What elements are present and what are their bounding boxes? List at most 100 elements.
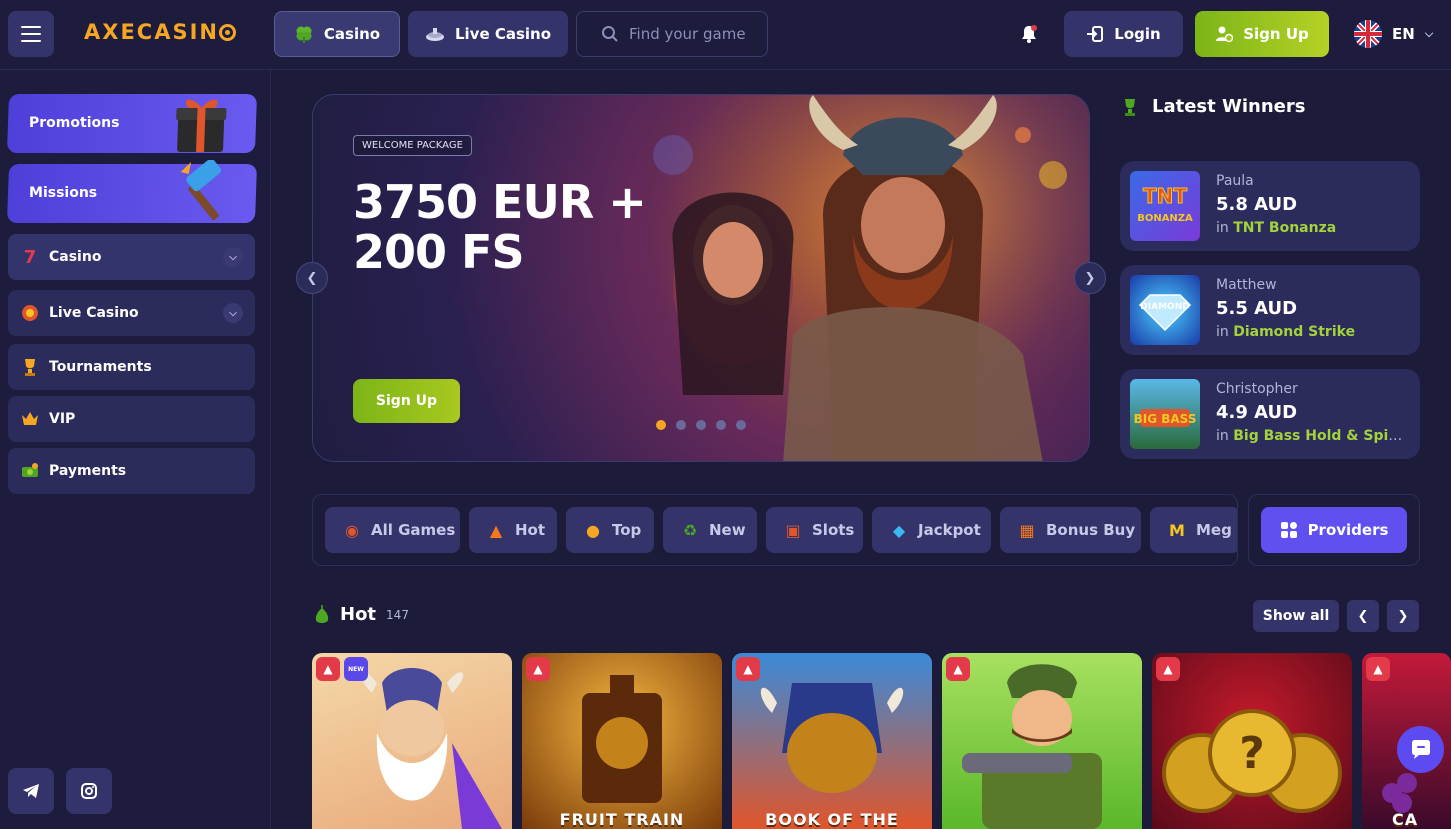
chat-button[interactable] bbox=[1397, 726, 1444, 773]
winner-game-link[interactable]: TNT Bonanza bbox=[1233, 220, 1336, 236]
hot-next-button[interactable]: ❯ bbox=[1387, 600, 1419, 632]
crown-icon bbox=[22, 412, 38, 425]
top-bar: AXECASIN Casino Live Casino Find your ga… bbox=[0, 0, 1451, 70]
category-megaways[interactable]: M Meg bbox=[1150, 507, 1237, 553]
game-title: BOOK OF THE bbox=[765, 810, 899, 829]
category-slots[interactable]: ▣ Slots bbox=[766, 507, 863, 553]
slide-dot[interactable] bbox=[656, 420, 666, 430]
grid-icon bbox=[1280, 522, 1297, 538]
chevron-down-icon[interactable]: ⌵ bbox=[223, 247, 243, 267]
hero-badge: WELCOME PACKAGE bbox=[353, 135, 472, 156]
fire-icon: ▲ bbox=[1366, 657, 1390, 681]
hero-prev-button[interactable]: ❮ bbox=[296, 262, 328, 294]
signup-button[interactable]: Sign Up bbox=[1195, 11, 1329, 57]
slide-dot[interactable] bbox=[676, 420, 686, 430]
winner-game-link[interactable]: Diamond Strike bbox=[1233, 324, 1355, 340]
logo-text: AXECASIN bbox=[84, 20, 219, 44]
sidebar-item-label: Payments bbox=[49, 463, 127, 479]
game-tile[interactable]: ? ▲ bbox=[1152, 653, 1352, 829]
instagram-button[interactable] bbox=[66, 768, 112, 814]
hot-section-header: Hot 147 bbox=[314, 604, 409, 625]
svg-text:?: ? bbox=[1239, 728, 1265, 779]
category-label: Bonus Buy bbox=[1046, 521, 1136, 539]
chevron-down-icon: ⌵ bbox=[1424, 27, 1434, 40]
in-label: in bbox=[1216, 428, 1229, 444]
slide-dot[interactable] bbox=[736, 420, 746, 430]
winner-card[interactable]: BIG BASS Christopher 4.9 AUD in Big Bass… bbox=[1120, 369, 1420, 459]
nav-live-casino[interactable]: Live Casino bbox=[408, 11, 568, 57]
category-top[interactable]: ● Top bbox=[566, 507, 654, 553]
category-label: Hot bbox=[515, 521, 546, 539]
uk-flag-icon bbox=[1354, 20, 1382, 48]
category-bonus-buy[interactable]: ▦ Bonus Buy bbox=[1000, 507, 1141, 553]
game-tile[interactable]: ▲ NEW bbox=[312, 653, 512, 829]
sidebar-missions[interactable]: Missions bbox=[6, 160, 258, 223]
notification-bell-icon[interactable] bbox=[1019, 24, 1039, 44]
sidebar-item-tournaments[interactable]: Tournaments bbox=[8, 344, 255, 390]
money-icon bbox=[22, 463, 38, 477]
hero-next-button[interactable]: ❯ bbox=[1074, 262, 1106, 294]
nav-casino-label: Casino bbox=[323, 25, 381, 43]
winner-game-link[interactable]: Big Bass Hold & Spinner Megaways bbox=[1233, 428, 1411, 444]
category-label: All Games bbox=[371, 521, 456, 539]
game-title: CA bbox=[1392, 810, 1419, 829]
game-tile[interactable]: ▲ bbox=[942, 653, 1142, 829]
clover-icon bbox=[296, 26, 312, 43]
sidebar-item-live-casino[interactable]: Live Casino ⌵ bbox=[8, 290, 255, 336]
recycle-icon: ♻ bbox=[682, 520, 698, 540]
in-label: in bbox=[1216, 324, 1229, 340]
search-input[interactable]: Find your game bbox=[576, 11, 768, 57]
winner-game: in TNT Bonanza bbox=[1216, 220, 1336, 236]
category-jackpot[interactable]: ◆ Jackpot bbox=[872, 507, 991, 553]
hot-prev-button[interactable]: ❮ bbox=[1347, 600, 1379, 632]
game-art bbox=[760, 683, 904, 793]
logo[interactable]: AXECASIN bbox=[84, 20, 236, 44]
game-art: ? bbox=[1162, 709, 1342, 813]
providers-button[interactable]: Providers bbox=[1261, 507, 1407, 553]
hero-signup-button[interactable]: Sign Up bbox=[353, 379, 460, 423]
sidebar-item-payments[interactable]: Payments bbox=[8, 448, 255, 494]
sidebar-item-casino[interactable]: 7 Casino ⌵ bbox=[8, 234, 255, 280]
winner-name: Christopher bbox=[1216, 381, 1298, 397]
providers-label: Providers bbox=[1307, 521, 1389, 539]
hero-banner[interactable]: WELCOME PACKAGE 3750 EUR + 200 FS Sign U… bbox=[312, 94, 1090, 462]
telegram-button[interactable] bbox=[8, 768, 54, 814]
missions-label: Missions bbox=[29, 185, 98, 201]
slide-dot[interactable] bbox=[696, 420, 706, 430]
category-label: Meg bbox=[1196, 521, 1232, 539]
pear-icon bbox=[315, 604, 329, 623]
game-art bbox=[962, 664, 1102, 829]
winner-name: Matthew bbox=[1216, 277, 1277, 293]
signup-label: Sign Up bbox=[1243, 25, 1309, 43]
nav-live-casino-label: Live Casino bbox=[454, 25, 552, 43]
sidebar-item-label: Tournaments bbox=[49, 359, 152, 375]
nav-casino[interactable]: Casino bbox=[274, 11, 400, 57]
category-hot[interactable]: ▲ Hot bbox=[469, 507, 557, 553]
chevron-down-icon[interactable]: ⌵ bbox=[223, 303, 243, 323]
fire-icon: ▲ bbox=[316, 657, 340, 681]
sidebar-promotions[interactable]: Promotions bbox=[6, 94, 258, 153]
login-button[interactable]: Login bbox=[1064, 11, 1183, 57]
telegram-icon bbox=[23, 784, 39, 798]
category-all-games[interactable]: ◉ All Games bbox=[325, 507, 460, 553]
login-label: Login bbox=[1114, 25, 1161, 43]
menu-button[interactable] bbox=[8, 11, 54, 57]
winner-amount: 5.5 AUD bbox=[1216, 298, 1298, 319]
winner-game: in Big Bass Hold & Spinner Megaways bbox=[1216, 428, 1411, 444]
game-thumbnail: TNT BONANZA bbox=[1130, 171, 1200, 241]
game-thumbnail: BIG BASS bbox=[1130, 379, 1200, 449]
hot-title: Hot bbox=[340, 604, 377, 625]
winner-card[interactable]: TNT BONANZA Paula 5.8 AUD in TNT Bonanza bbox=[1120, 161, 1420, 251]
sidebar-item-vip[interactable]: VIP bbox=[8, 396, 255, 442]
language-selector[interactable]: EN ⌵ bbox=[1354, 20, 1433, 48]
show-all-button[interactable]: Show all bbox=[1253, 600, 1339, 632]
game-tile[interactable]: ▲ FRUIT TRAIN bbox=[522, 653, 722, 829]
category-bar: ◉ All Games ▲ Hot ● Top ♻ New ▣ Slots ◆ Jackpo… bbox=[312, 494, 1238, 566]
hot-count: 147 bbox=[386, 607, 409, 622]
slide-dot[interactable] bbox=[716, 420, 726, 430]
game-tile[interactable]: ▲ BOOK OF THE bbox=[732, 653, 932, 829]
in-label: in bbox=[1216, 220, 1229, 236]
chat-icon bbox=[1411, 739, 1430, 759]
category-new[interactable]: ♻ New bbox=[663, 507, 757, 553]
winner-card[interactable]: DIAMOND Matthew 5.5 AUD in Diamond Strik… bbox=[1120, 265, 1420, 355]
